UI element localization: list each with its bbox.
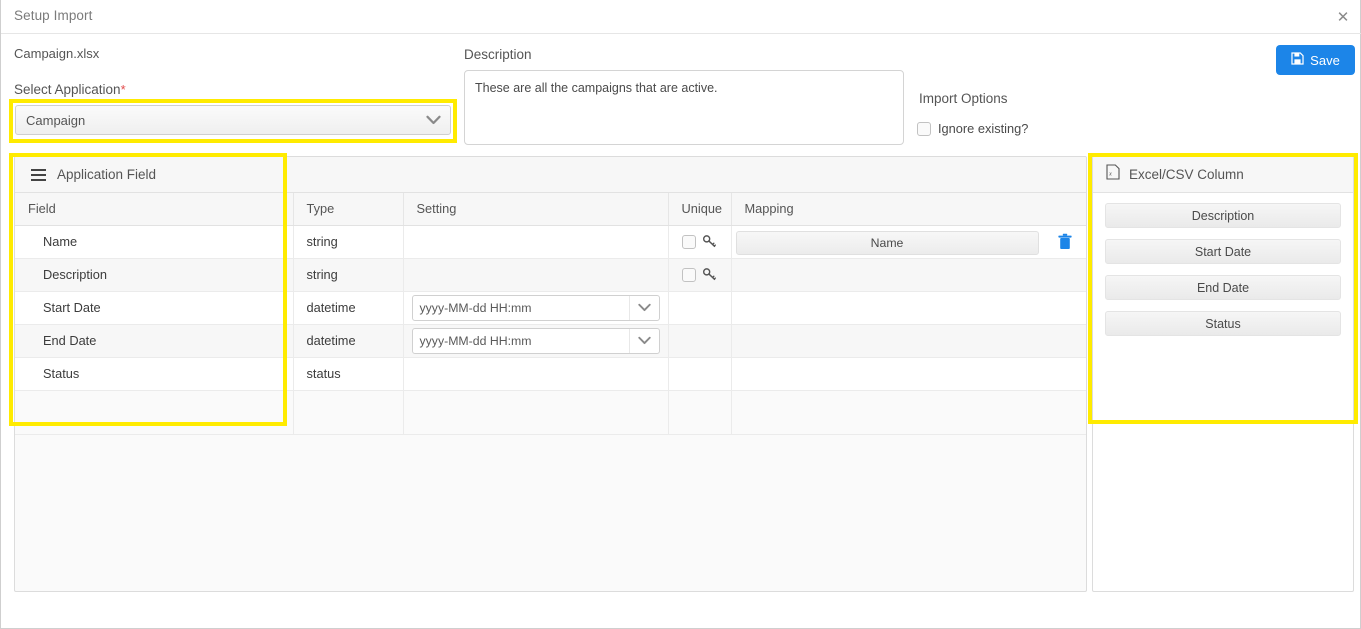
table-row: Description string	[15, 258, 1086, 292]
application-field-panel: Application Field Field Type Setting Uni…	[14, 156, 1087, 592]
column-header-field[interactable]: Field	[15, 193, 294, 226]
save-button[interactable]: Save	[1276, 45, 1355, 75]
cell-empty	[293, 390, 404, 435]
import-options-label: Import Options	[919, 91, 1008, 106]
cell-field: Name	[15, 225, 294, 259]
cell-setting: yyyy-MM-dd HH:mm	[403, 291, 669, 325]
cell-type: string	[293, 225, 404, 259]
cell-empty	[668, 390, 732, 435]
list-item[interactable]: Status	[1105, 311, 1341, 336]
column-header-setting[interactable]: Setting	[403, 193, 669, 226]
datetime-format-value: yyyy-MM-dd HH:mm	[419, 333, 532, 348]
cell-mapping: Name	[731, 225, 1086, 259]
column-header-unique[interactable]: Unique	[668, 193, 732, 226]
cell-mapping	[731, 291, 1086, 325]
excel-csv-title: Excel/CSV Column	[1129, 167, 1244, 182]
cell-field: Start Date	[15, 291, 294, 325]
cell-setting	[403, 357, 669, 391]
unique-checkbox[interactable]	[682, 267, 696, 282]
list-item[interactable]: Description	[1105, 203, 1341, 228]
ignore-existing-option[interactable]: Ignore existing?	[917, 121, 1028, 136]
table-row: Start Date datetime yyyy-MM-dd HH:mm	[15, 291, 1086, 325]
cell-setting	[403, 258, 669, 292]
cell-type: datetime	[293, 291, 404, 325]
excel-csv-header: x Excel/CSV Column	[1093, 157, 1353, 193]
cell-unique	[668, 357, 732, 391]
select-application-label-text: Select Application	[14, 82, 121, 97]
cell-unique	[668, 225, 732, 259]
select-application-label: Select Application*	[14, 82, 126, 97]
application-field-title: Application Field	[57, 167, 157, 182]
select-application-value: Campaign	[26, 112, 86, 128]
cell-unique	[668, 258, 732, 292]
dialog-titlebar: Setup Import ✕	[1, 0, 1361, 34]
cell-mapping	[731, 324, 1086, 358]
application-field-header: Application Field	[15, 157, 1086, 193]
list-item[interactable]: End Date	[1105, 275, 1341, 300]
ignore-existing-checkbox[interactable]	[917, 121, 931, 136]
select-application-dropdown[interactable]: Campaign	[15, 105, 451, 135]
table-header-row: Field Type Setting Unique Mapping	[15, 193, 1086, 226]
chevron-down-icon	[628, 295, 659, 320]
datetime-format-select[interactable]: yyyy-MM-dd HH:mm	[411, 294, 660, 321]
table-row: Status status	[15, 357, 1086, 391]
hamburger-icon[interactable]	[31, 168, 46, 181]
delete-mapping-icon[interactable]	[1057, 233, 1073, 251]
unique-checkbox[interactable]	[682, 234, 696, 249]
excel-csv-list: Description Start Date End Date Status	[1093, 193, 1353, 336]
cell-field: Description	[15, 258, 294, 292]
cell-empty	[15, 390, 294, 435]
excel-file-icon: x	[1106, 164, 1120, 185]
cell-unique	[668, 291, 732, 325]
svg-text:x: x	[1108, 171, 1112, 178]
excel-csv-column-panel: x Excel/CSV Column Description Start Dat…	[1092, 156, 1354, 592]
ignore-existing-label: Ignore existing?	[938, 121, 1029, 136]
cell-mapping	[731, 258, 1086, 292]
cell-empty	[731, 390, 1086, 435]
datetime-format-select[interactable]: yyyy-MM-dd HH:mm	[411, 327, 660, 354]
close-icon[interactable]: ✕	[1332, 6, 1354, 28]
table-row: End Date datetime yyyy-MM-dd HH:mm	[15, 324, 1086, 358]
cell-unique	[668, 324, 732, 358]
save-button-label: Save	[1310, 52, 1340, 68]
cell-field: End Date	[15, 324, 294, 358]
imported-filename: Campaign.xlsx	[14, 46, 100, 61]
table-row: Name string Name	[15, 225, 1086, 259]
column-header-mapping[interactable]: Mapping	[731, 193, 1086, 226]
chevron-down-icon	[628, 328, 659, 353]
cell-setting	[403, 225, 669, 259]
cell-type: string	[293, 258, 404, 292]
cell-type: status	[293, 357, 404, 391]
application-field-table: Field Type Setting Unique Mapping Name s…	[15, 193, 1086, 435]
list-item[interactable]: Start Date	[1105, 239, 1341, 264]
cell-empty	[403, 390, 669, 435]
page-title: Setup Import	[14, 8, 93, 23]
description-label: Description	[464, 47, 532, 62]
mapping-chip[interactable]: Name	[735, 230, 1039, 255]
cell-mapping	[731, 357, 1086, 391]
cell-field: Status	[15, 357, 294, 391]
save-floppy-icon	[1291, 52, 1304, 68]
column-header-type[interactable]: Type	[293, 193, 404, 226]
cell-setting: yyyy-MM-dd HH:mm	[403, 324, 669, 358]
datetime-format-value: yyyy-MM-dd HH:mm	[419, 300, 532, 315]
key-icon	[702, 267, 717, 282]
setup-import-dialog: Setup Import ✕ Campaign.xlsx Select Appl…	[0, 0, 1361, 629]
cell-type: datetime	[293, 324, 404, 358]
key-icon	[702, 234, 717, 249]
chevron-down-icon	[416, 115, 450, 125]
description-textarea[interactable]	[464, 70, 904, 145]
table-empty-row	[15, 390, 1086, 435]
required-asterisk: *	[120, 82, 126, 97]
